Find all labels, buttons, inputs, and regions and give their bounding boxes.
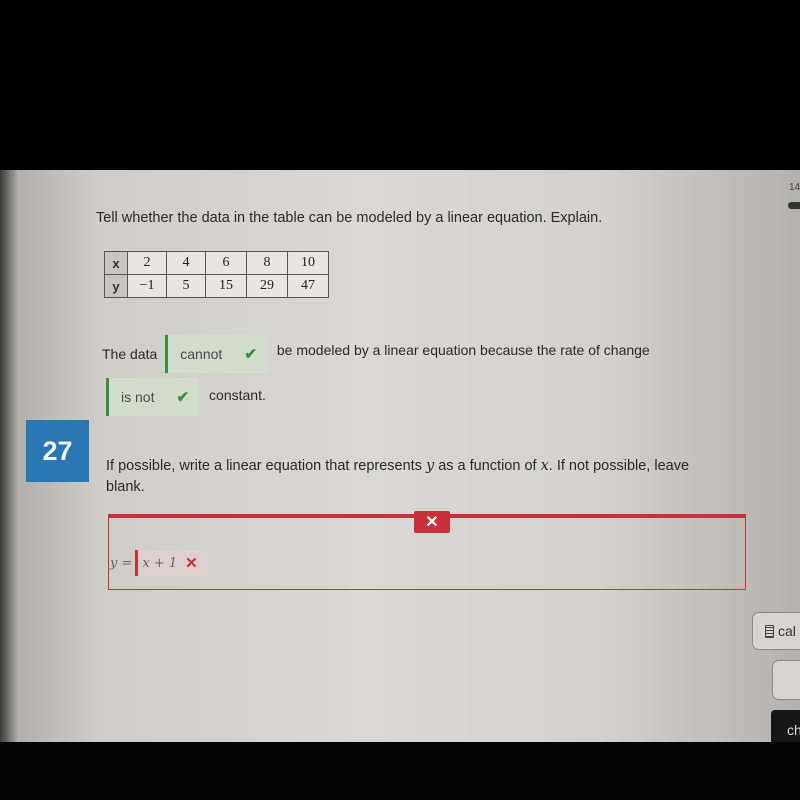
row-label: y [104,274,128,298]
wrong-icon: ✕ [185,555,198,572]
page-indicator: 14 [789,182,800,193]
table-cell: 5 [166,274,206,298]
dropdown-answer-is-not[interactable]: is not ✔ [106,378,200,416]
table-cell: 10 [287,251,329,275]
calculator-button[interactable]: cal [752,612,800,650]
answer-value: is not [121,389,155,405]
table-row-y: y −1 5 15 29 47 [104,274,329,298]
equation-value: x + 1 [142,555,178,571]
table-cell: 2 [127,251,167,275]
check-answer-button[interactable]: ch [771,710,800,742]
answer-sentence-2: is not ✔ constant. [106,378,266,416]
equation-prefix: y = [110,555,133,571]
sentence-text: be modeled by a linear equation because … [276,342,650,358]
table-cell: 15 [205,274,247,298]
sentence-text: constant. [209,387,266,403]
question-26-prompt: Tell whether the data in the table can b… [96,210,603,226]
calculator-icon [765,624,774,638]
dropdown-answer-cannot[interactable]: cannot ✔ [165,335,267,373]
question-27-prompt: If possible, write a linear equation tha… [106,456,726,498]
incorrect-badge-icon: ✕ [414,511,450,533]
table-cell: −1 [127,274,167,298]
calculator-label: cal [778,623,796,639]
answer-sentence-1: The data cannot ✔ be modeled by a linear… [102,335,650,373]
table-cell: 4 [166,251,206,275]
table-cell: 47 [287,274,329,298]
prompt-text: as a function of [434,458,541,474]
check-icon: ✔ [244,346,257,363]
row-label: x [104,251,128,275]
math-variable-x: x [540,458,549,474]
check-label: ch [787,722,800,738]
screen: 14 Tell whether the data in the table ca… [0,170,800,742]
check-icon: ✔ [176,389,190,406]
table-cell: 29 [246,274,288,298]
table-cell: 8 [246,251,288,275]
math-variable-y: y [425,458,435,474]
monitor-bezel [0,742,800,800]
answer-value: cannot [180,346,223,362]
prompt-text: If possible, write a linear equation tha… [106,458,426,474]
progress-indicator [788,202,800,209]
equation-input[interactable]: x + 1 ✕ [135,550,206,576]
equation-answer: y = x + 1 ✕ [110,550,206,576]
table-cell: 6 [205,251,247,275]
sentence-text: The data [102,346,158,362]
table-row-x: x 2 4 6 8 10 [104,251,329,275]
data-table: x 2 4 6 8 10 y −1 5 15 29 47 [104,251,329,298]
side-button[interactable] [772,660,800,700]
question-number-badge: 27 [26,420,89,482]
